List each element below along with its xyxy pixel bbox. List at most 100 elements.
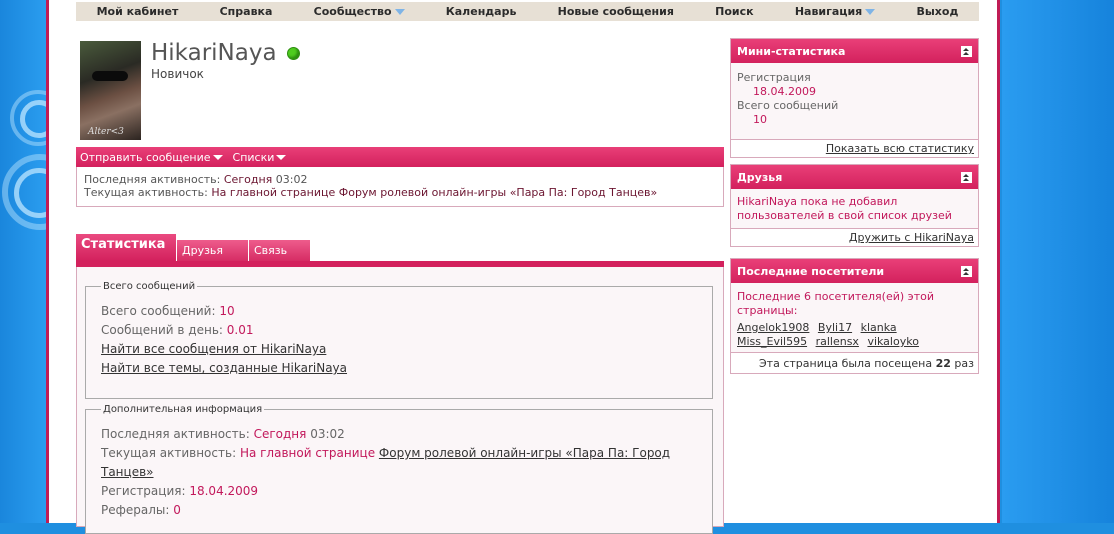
nav-logout[interactable]: Выход — [916, 5, 958, 18]
mini-stats-title: Мини-статистика — [737, 44, 846, 58]
find-threads-row: Найти все темы, созданные HikariNaya — [101, 359, 697, 378]
visitor-link[interactable]: Miss_Evil595 — [737, 335, 807, 348]
avatar-signature: Alter<3 — [88, 127, 124, 137]
extra-info-legend: Дополнительная информация — [103, 404, 263, 415]
visitor-link[interactable]: rallensx — [816, 335, 859, 348]
mini-stats-body: Регистрация 18.04.2009 Всего сообщений 1… — [731, 63, 978, 139]
referrals-value: 0 — [173, 503, 181, 517]
extra-current-activity-label: Текущая активность: — [101, 446, 237, 460]
find-threads-link[interactable]: Найти все темы, созданные HikariNaya — [101, 361, 347, 375]
visit-count-suffix: раз — [954, 357, 974, 370]
visitors-text: Последние 6 посетителя(ей) этой страницы… — [737, 290, 934, 317]
tab-statistics[interactable]: Статистика — [76, 234, 176, 261]
last-activity-label: Последняя активность: — [84, 173, 221, 186]
last-activity-time: 03:02 — [275, 173, 308, 186]
registration-value: 18.04.2009 — [189, 484, 259, 498]
page-container: Мой кабинет Справка Сообщество Календарь… — [46, 0, 1000, 534]
posts-legend: Всего сообщений — [103, 281, 196, 292]
mini-reg-label: Регистрация — [737, 71, 811, 84]
visitors-body: Последние 6 посетителя(ей) этой страницы… — [731, 283, 978, 352]
avatar: Alter<3 — [80, 41, 141, 140]
find-posts-link[interactable]: Найти все сообщения от HikariNaya — [101, 342, 326, 356]
posts-per-day-row: Сообщений в день: 0.01 — [101, 321, 697, 340]
extra-last-activity-value: Сегодня — [253, 427, 307, 441]
befriend-link[interactable]: Дружить с HikariNaya — [849, 231, 974, 244]
chevron-down-icon — [276, 154, 287, 160]
extra-current-activity-row: Текущая активность: На главной странице … — [101, 444, 697, 482]
chevron-down-icon — [212, 154, 223, 160]
friends-footer: Дружить с HikariNaya — [731, 228, 978, 246]
friends-text: HikariNaya пока не добавил пользователей… — [731, 189, 978, 228]
top-navigation: Мой кабинет Справка Сообщество Календарь… — [76, 2, 979, 21]
visitors-title: Последние посетители — [737, 264, 885, 278]
collapse-icon[interactable] — [961, 45, 972, 57]
total-posts-label: Всего сообщений: — [101, 304, 216, 318]
current-activity-line: Текущая активность: На главной странице … — [84, 186, 716, 199]
statistics-panel: Всего сообщений Всего сообщений: 10 Сооб… — [76, 267, 724, 534]
chevron-down-icon — [865, 8, 876, 15]
nav-new-posts[interactable]: Новые сообщения — [558, 5, 674, 18]
lists-label: Списки — [232, 150, 275, 164]
decor-ring — [2, 154, 48, 230]
current-activity-value: На главной странице Форум ролевой онлайн… — [211, 186, 658, 199]
show-all-stats-link[interactable]: Показать всю статистику — [826, 142, 974, 155]
online-status-icon — [287, 47, 300, 60]
nav-label: Навигация — [794, 5, 863, 18]
current-activity-label: Текущая активность: — [84, 186, 208, 199]
activity-summary: Последняя активность: Сегодня 03:02 Теку… — [76, 167, 724, 207]
nav-label: Календарь — [445, 5, 517, 18]
mini-posts-label: Всего сообщений — [737, 99, 839, 112]
avatar-detail — [92, 71, 128, 81]
profile-tabs: Статистика Друзья Связь — [76, 234, 310, 261]
nav-navigation[interactable]: Навигация — [794, 5, 876, 18]
extra-current-activity-value: На главной странице — [239, 446, 376, 460]
nav-label: Выход — [916, 5, 959, 18]
last-activity-line: Последняя активность: Сегодня 03:02 — [84, 173, 716, 186]
send-message-button[interactable]: Отправить сообщение — [80, 151, 223, 164]
nav-my-cabinet[interactable]: Мой кабинет — [97, 5, 179, 18]
registration-row: Регистрация: 18.04.2009 — [101, 482, 697, 501]
visit-count-prefix: Эта страница была посещена — [759, 357, 933, 370]
mini-stats-header: Мини-статистика — [731, 39, 978, 63]
friends-header: Друзья — [731, 165, 978, 189]
nav-help[interactable]: Справка — [220, 5, 273, 18]
extra-last-activity-time: 03:02 — [310, 427, 345, 441]
background-right — [1002, 0, 1114, 523]
decor-ring — [10, 90, 48, 146]
nav-label: Сообщество — [313, 5, 392, 18]
chevron-down-icon — [394, 8, 405, 15]
nav-community[interactable]: Сообщество — [314, 5, 405, 18]
nav-search[interactable]: Поиск — [715, 5, 753, 18]
posts-fieldset: Всего сообщений Всего сообщений: 10 Сооб… — [85, 281, 713, 399]
tab-contact[interactable]: Связь — [249, 240, 310, 261]
posts-per-day-value: 0.01 — [226, 323, 254, 337]
extra-info-fieldset: Дополнительная информация Последняя акти… — [85, 404, 713, 534]
visitor-link[interactable]: klanka — [861, 321, 897, 334]
nav-label: Справка — [219, 5, 273, 18]
find-posts-row: Найти все сообщения от HikariNaya — [101, 340, 697, 359]
referrals-label: Рефералы: — [101, 503, 170, 517]
visitor-link[interactable]: Byli17 — [818, 321, 852, 334]
registration-label: Регистрация: — [101, 484, 186, 498]
friends-title: Друзья — [737, 170, 783, 184]
mini-stats-footer: Показать всю статистику — [731, 139, 978, 157]
visitor-link[interactable]: vikaloyko — [867, 335, 919, 348]
lists-button[interactable]: Списки — [233, 151, 287, 164]
collapse-icon[interactable] — [961, 265, 972, 277]
tab-friends[interactable]: Друзья — [177, 240, 248, 261]
nav-calendar[interactable]: Календарь — [446, 5, 517, 18]
user-rank: Новичок — [151, 67, 204, 81]
friends-block: Друзья HikariNaya пока не добавил пользо… — [730, 164, 979, 247]
nav-label: Поиск — [715, 5, 754, 18]
collapse-icon[interactable] — [961, 171, 972, 183]
mini-stats-block: Мини-статистика Регистрация 18.04.2009 В… — [730, 38, 979, 158]
visitors-header: Последние посетители — [731, 259, 978, 283]
extra-last-activity-label: Последняя активность: — [101, 427, 250, 441]
username: HikariNaya — [151, 40, 277, 66]
visit-count: 22 — [935, 357, 951, 370]
visitor-link[interactable]: Angelok1908 — [737, 321, 809, 334]
mini-posts-value: 10 — [753, 113, 767, 126]
visitors-footer: Эта страница была посещена 22 раз — [731, 352, 978, 373]
visitor-list: Angelok1908 Byli17 klanka Miss_Evil595 r… — [737, 321, 972, 349]
last-activity-value: Сегодня — [223, 173, 273, 186]
